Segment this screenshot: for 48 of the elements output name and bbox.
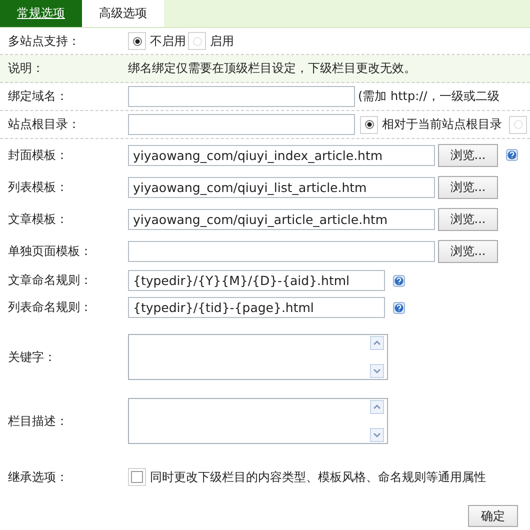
radio-label: 不启用 (150, 32, 186, 50)
field-label: 文章命名规则： (7, 272, 93, 289)
browse-button[interactable]: 浏览... (438, 144, 498, 166)
radio-button[interactable] (188, 32, 206, 50)
input-field[interactable]: {typedir}/{Y}{M}/{D}-{aid}.html (128, 270, 385, 291)
field-label: 文章模板： (7, 210, 69, 228)
field-label: 列表命名规则： (7, 299, 93, 316)
checkbox-label: 同时更改下级栏目的内容类型、模板风格、命名规则等通用属性 (150, 468, 486, 486)
input-field[interactable] (128, 240, 435, 262)
field-label: 封面模板： (7, 146, 69, 164)
field-label: 栏目描述： (7, 412, 69, 430)
field-label: 单独页面模板： (7, 242, 93, 260)
text-area[interactable] (128, 334, 388, 380)
confirm-button[interactable]: 确定 (468, 505, 518, 527)
field-label: 多站点支持： (7, 32, 81, 50)
field-label: 关键字： (7, 348, 57, 366)
checkbox[interactable] (128, 468, 146, 486)
input-field[interactable]: yiyaowang_com/qiuyi_index_article.htm (128, 144, 435, 166)
browse-button[interactable]: 浏览... (438, 240, 498, 262)
scroll-down-icon[interactable] (370, 364, 384, 378)
hint-text: (需加 http://，一级或二级 (358, 88, 500, 105)
radio-label: 启用 (210, 32, 234, 50)
radio-button[interactable] (360, 116, 378, 134)
tab[interactable]: 常规选项 (0, 0, 82, 27)
radio-label: 相对于当前站点根目录 (382, 116, 502, 133)
scroll-up-icon[interactable] (370, 336, 384, 350)
help-icon[interactable] (506, 149, 518, 161)
note-text: 绑名绑定仅需要在顶级栏目设定，下级栏目更改无效。 (128, 60, 416, 77)
browse-button[interactable]: 浏览... (438, 176, 498, 198)
scroll-up-icon[interactable] (370, 400, 384, 414)
field-label: 站点根目录： (7, 116, 81, 133)
browse-button[interactable]: 浏览... (438, 208, 498, 230)
field-label: 说明： (7, 60, 45, 77)
input-field[interactable]: {typedir}/{tid}-{page}.html (128, 297, 385, 318)
input-field[interactable] (128, 114, 355, 135)
input-field[interactable] (128, 86, 355, 107)
field-label: 绑定域名： (7, 88, 69, 105)
input-field[interactable]: yiyaowang_com/qiuyi_list_article.htm (128, 176, 435, 198)
radio-button[interactable] (509, 116, 527, 134)
radio-button[interactable] (128, 32, 146, 50)
scroll-down-icon[interactable] (370, 428, 384, 442)
text-area[interactable] (128, 398, 388, 444)
field-label: 列表模板： (7, 178, 69, 196)
tab[interactable]: 高级选项 (82, 0, 164, 27)
input-field[interactable]: yiyaowang_com/qiuyi_article_article.htm (128, 208, 435, 230)
field-label: 继承选项： (7, 468, 69, 486)
help-icon[interactable] (393, 274, 405, 286)
help-icon[interactable] (393, 302, 405, 314)
